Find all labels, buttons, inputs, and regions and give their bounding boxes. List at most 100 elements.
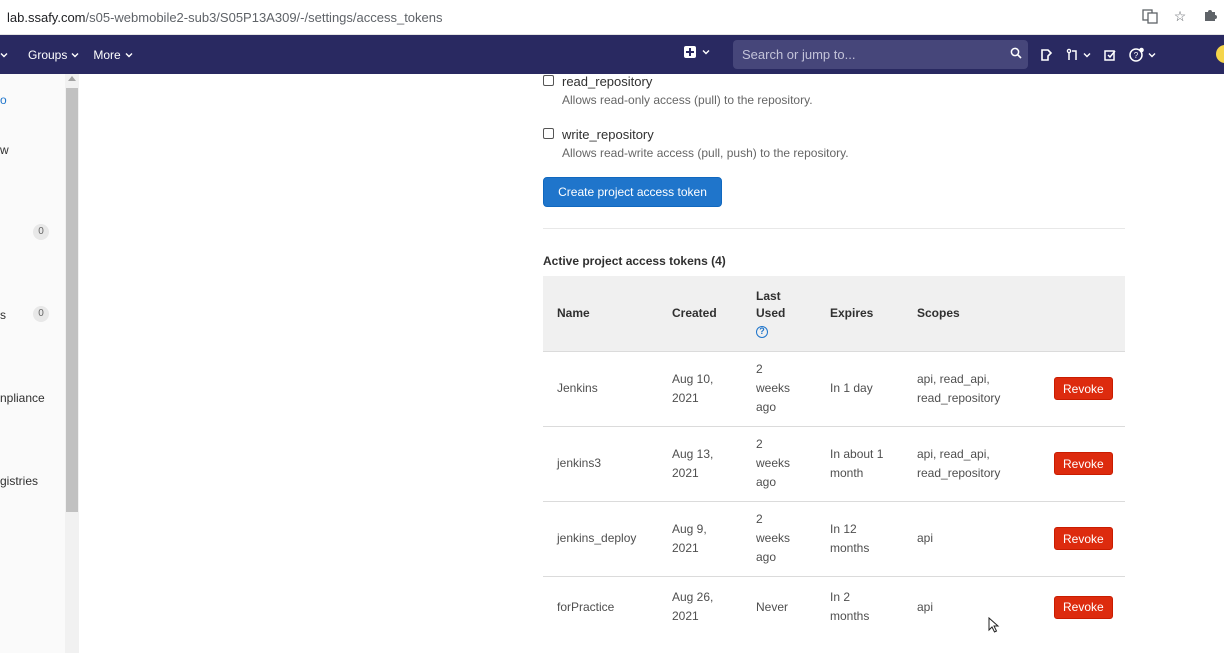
active-tokens-title: Active project access tokens (4) — [543, 254, 726, 268]
revoke-button[interactable]: Revoke — [1054, 452, 1113, 475]
chevron-down-icon — [125, 51, 133, 59]
token-expires: In 2 months — [816, 576, 903, 638]
extension-puzzle-icon[interactable] — [1202, 8, 1218, 24]
active-tokens-table: Name Created Last Used ? Expires Scopes … — [543, 276, 1125, 638]
token-scopes: api — [917, 599, 934, 614]
merge-requests-menu[interactable] — [1066, 48, 1091, 62]
help-circle-icon: ? — [1129, 47, 1144, 62]
table-row: Jenkins Aug 10, 2021 2 weeks ago In 1 da… — [543, 351, 1125, 427]
token-name: Jenkins — [543, 351, 658, 427]
bookmark-star-icon[interactable]: ☆ — [1172, 8, 1188, 24]
token-scopes-text: api, read_api, read_repository — [917, 446, 1001, 480]
read-repository-checkbox[interactable] — [543, 75, 554, 86]
navbar-right: ? — [1040, 35, 1156, 74]
projects-chevron-down-icon[interactable] — [0, 48, 14, 62]
plus-square-icon — [684, 46, 696, 58]
token-created-text: Aug 9, 2021 — [672, 521, 707, 555]
token-name: jenkins3 — [543, 426, 658, 502]
issues-icon[interactable] — [1040, 48, 1054, 62]
header-last-used-label: Last Used — [756, 288, 786, 320]
token-name: forPractice — [557, 599, 615, 614]
url-field[interactable]: lab.ssafy.com/s05-webmobile2-sub3/S05P13… — [7, 10, 443, 25]
svg-text:?: ? — [1134, 51, 1139, 60]
search-input[interactable]: Search or jump to... — [733, 40, 1028, 69]
create-access-token-button[interactable]: Create project access token — [543, 177, 722, 207]
search-placeholder: Search or jump to... — [742, 47, 856, 62]
table-row: forPractice Aug 26, 2021 Never In 2 mont… — [543, 576, 1125, 638]
scope-description: Allows read-write access (pull, push) to… — [562, 146, 849, 160]
scope-description: Allows read-only access (pull) to the re… — [562, 93, 813, 107]
token-name: jenkins_deploy — [543, 501, 658, 577]
token-last-used: 2 weeks ago — [742, 501, 816, 577]
token-expires-text: In 2 months — [830, 590, 870, 624]
mouse-cursor-icon — [988, 616, 1000, 637]
groups-menu[interactable]: Groups — [28, 48, 79, 62]
help-menu[interactable]: ? — [1129, 47, 1156, 63]
header-actions — [1040, 276, 1125, 352]
token-created-text: Aug 13, 2021 — [672, 446, 714, 480]
table-row: jenkins3 Aug 13, 2021 2 weeks ago In abo… — [543, 426, 1125, 502]
scope-label: write_repository — [562, 127, 654, 142]
merge-request-icon — [1066, 48, 1077, 60]
scrollbar-thumb[interactable] — [66, 88, 78, 512]
sidebar-count-badge: 0 — [33, 224, 49, 240]
token-created: Aug 26, 2021 — [658, 576, 742, 638]
token-created: Aug 9, 2021 — [658, 501, 742, 577]
user-avatar[interactable] — [1216, 45, 1224, 63]
divider — [543, 228, 1125, 229]
question-circle-icon[interactable]: ? — [756, 325, 768, 338]
header-created: Created — [658, 276, 742, 352]
token-last-used-text: 2 weeks ago — [756, 362, 791, 414]
token-actions: Revoke — [1040, 501, 1125, 577]
token-expires: In 12 months — [816, 501, 903, 577]
token-actions: Revoke — [1040, 426, 1125, 502]
token-expires: In about 1 month — [816, 426, 903, 502]
token-last-used: 2 weeks ago — [742, 351, 816, 427]
browser-address-bar: lab.ssafy.com/s05-webmobile2-sub3/S05P13… — [0, 0, 1224, 35]
search-icon — [1010, 47, 1022, 62]
token-scopes-text: api, read_api, read_repository — [917, 371, 1001, 405]
token-created: Aug 10, 2021 — [658, 351, 742, 427]
sidebar-item-fragment[interactable]: npliance — [0, 391, 45, 405]
token-actions: Revoke — [1040, 351, 1125, 427]
new-dropdown-button[interactable] — [684, 46, 710, 58]
sidebar-count-badge: 0 — [33, 306, 49, 322]
token-scopes: api — [903, 501, 1040, 577]
header-expires: Expires — [816, 276, 903, 352]
token-scopes: api, read_api, read_repository — [903, 351, 1040, 427]
more-label: More — [93, 47, 121, 62]
top-navbar: Groups More Search or jump to... ? — [0, 35, 1224, 74]
token-actions: Revoke — [1040, 576, 1125, 638]
token-expires: In 1 day — [816, 351, 903, 427]
sidebar-scrollbar[interactable] — [65, 74, 79, 653]
write-repository-checkbox[interactable] — [543, 128, 554, 139]
token-last-used: Never — [756, 599, 789, 614]
sidebar-item-fragment[interactable]: s — [0, 308, 6, 322]
sidebar-item-fragment[interactable]: gistries — [0, 474, 38, 488]
todos-icon[interactable] — [1103, 48, 1117, 62]
chevron-down-icon — [1148, 52, 1156, 57]
scope-label: read_repository — [562, 74, 653, 89]
table-row: jenkins_deploy Aug 9, 2021 2 weeks ago I… — [543, 501, 1125, 577]
header-last-used: Last Used ? — [742, 276, 816, 352]
revoke-button[interactable]: Revoke — [1054, 527, 1113, 550]
revoke-button[interactable]: Revoke — [1054, 595, 1113, 619]
token-last-used-text: 2 weeks ago — [756, 437, 791, 489]
sidebar-item-fragment[interactable]: o — [0, 93, 7, 107]
token-expires-text: In about 1 month — [830, 446, 884, 480]
header-name: Name — [543, 276, 658, 352]
sidebar-item-fragment[interactable]: w — [0, 143, 9, 157]
scroll-up-arrow-icon[interactable] — [68, 76, 76, 81]
chevron-down-icon — [1083, 52, 1091, 57]
more-menu[interactable]: More — [93, 47, 133, 62]
translate-icon[interactable] — [1142, 8, 1158, 24]
token-last-used-text: 2 weeks ago — [756, 512, 791, 564]
groups-label: Groups — [28, 47, 68, 62]
url-host: lab.ssafy.com — [7, 10, 86, 25]
token-scopes: api, read_api, read_repository — [903, 426, 1040, 502]
table-header-row: Name Created Last Used ? Expires Scopes — [543, 276, 1125, 352]
chevron-down-icon — [71, 51, 79, 59]
revoke-button[interactable]: Revoke — [1054, 377, 1113, 400]
token-expires-text: In 12 months — [830, 521, 870, 555]
token-created: Aug 13, 2021 — [658, 426, 742, 502]
